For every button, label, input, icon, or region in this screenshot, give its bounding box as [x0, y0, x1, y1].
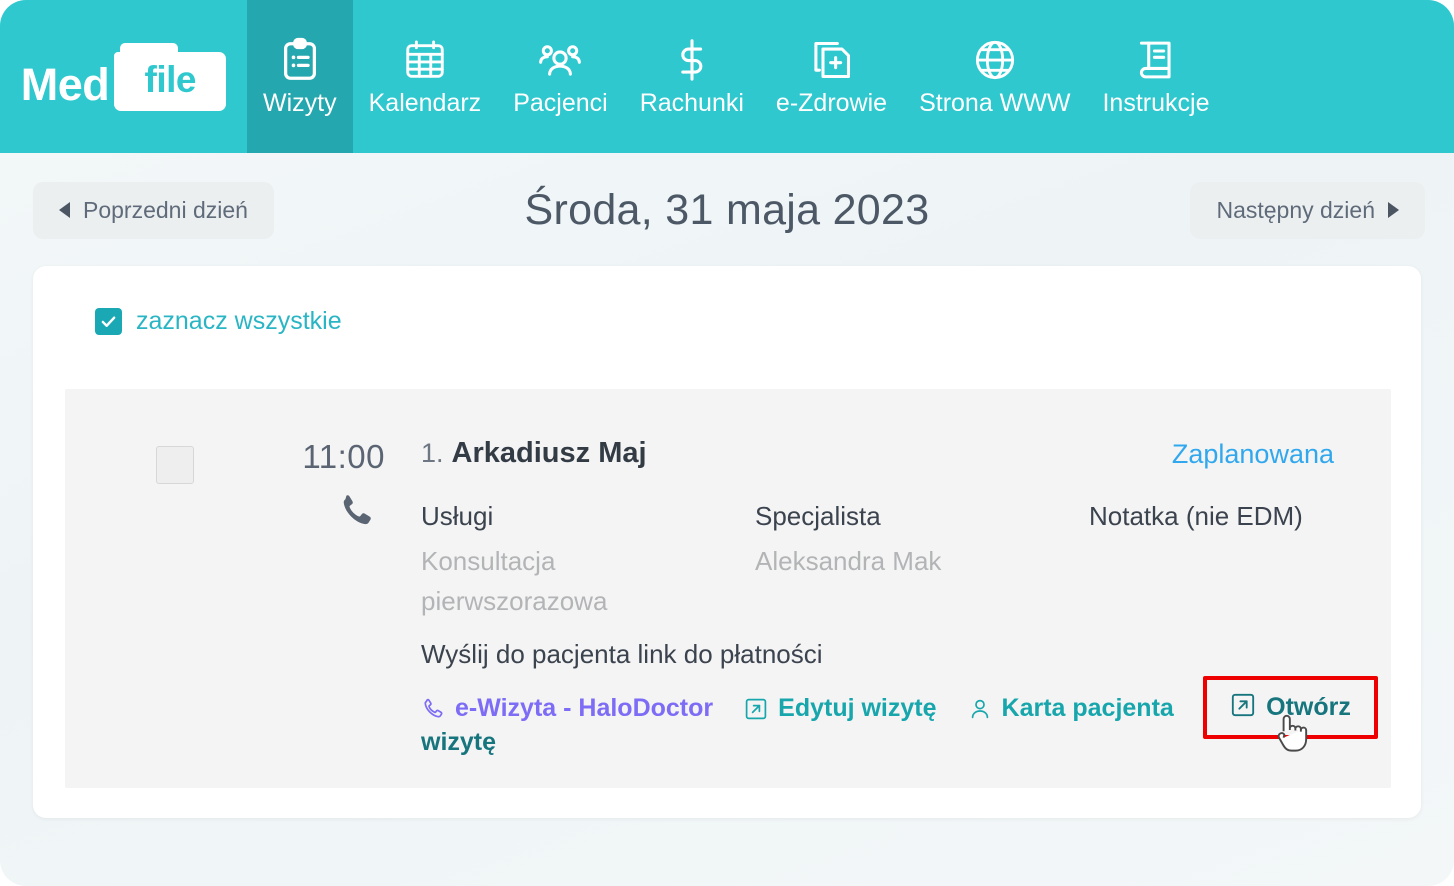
nav-label-pacjenci: Pacjenci — [513, 89, 608, 117]
appointment-time: 11:00 — [302, 438, 385, 475]
specialist-header: Specjalista — [755, 501, 881, 531]
select-all-checkbox[interactable] — [95, 308, 122, 335]
services-header: Usługi — [421, 501, 494, 531]
nav-items: Wizyty Kalendarz Pacjenci Rachunki e-Zdr… — [247, 0, 1225, 153]
top-navigation-bar: Med file Wizyty Kalendarz Pacjenci Rachu… — [0, 0, 1454, 153]
logo-text-file: file — [144, 59, 197, 100]
action-otworz-highlighted[interactable]: Otwórz — [1203, 676, 1378, 739]
clipboard-list-icon — [277, 37, 323, 83]
nav-label-strona-www: Strona WWW — [919, 89, 1071, 117]
dollar-icon — [669, 37, 715, 83]
nav-item-e-zdrowie[interactable]: e-Zdrowie — [760, 0, 903, 153]
select-all-row[interactable]: zaznacz wszystkie — [95, 308, 342, 335]
nav-label-instrukcje: Instrukcje — [1102, 89, 1210, 117]
nav-label-e-zdrowie: e-Zdrowie — [775, 89, 888, 117]
services-value: Konsultacja pierwszorazowa — [421, 546, 608, 617]
medfile-logo[interactable]: Med file — [0, 0, 247, 153]
logo-folder-icon: file — [114, 42, 227, 111]
calendar-icon — [402, 37, 448, 83]
appointment-index: 1. — [421, 438, 444, 468]
phone-outline-icon — [421, 697, 445, 721]
globe-icon — [972, 37, 1018, 83]
nav-label-wizyty: Wizyty — [263, 89, 337, 117]
specialist-value: Aleksandra Mak — [755, 546, 942, 576]
book-icon — [1133, 37, 1179, 83]
date-navigation-bar: Poprzedni dzień Środa, 31 maja 2023 Nast… — [0, 153, 1454, 267]
external-link-icon — [744, 697, 768, 721]
nav-item-kalendarz[interactable]: Kalendarz — [353, 0, 498, 153]
next-day-label: Następny dzień — [1216, 196, 1375, 223]
logo-text-med: Med — [20, 58, 110, 110]
next-day-button[interactable]: Następny dzień — [1190, 181, 1425, 239]
nav-item-rachunki[interactable]: Rachunki — [624, 0, 760, 153]
status-badge[interactable]: Zaplanowana — [1172, 439, 1334, 470]
app-window: Med file Wizyty Kalendarz Pacjenci Rachu… — [0, 0, 1454, 886]
nav-label-rachunki: Rachunki — [639, 89, 744, 117]
person-icon — [968, 697, 992, 721]
nav-item-wizyty[interactable]: Wizyty — [247, 0, 353, 153]
patient-name-line[interactable]: 1. Arkadiusz Maj — [421, 437, 647, 470]
nav-item-strona-www[interactable]: Strona WWW — [903, 0, 1086, 153]
payment-link-text[interactable]: Wyślij do pacjenta link do płatności — [421, 639, 823, 670]
action-edytuj-wizyte[interactable]: Edytuj wizytę — [744, 694, 937, 723]
action-label-otworz: Otwórz — [1266, 693, 1351, 721]
nav-label-kalendarz: Kalendarz — [368, 89, 482, 117]
action-label-e-wizyta: e-Wizyta - HaloDoctor — [455, 694, 714, 722]
phone-icon — [337, 492, 373, 528]
nav-item-pacjenci[interactable]: Pacjenci — [497, 0, 624, 153]
action-label-karta-pacjenta: Karta pacjenta — [1001, 694, 1174, 722]
note-header: Notatka (nie EDM) — [1089, 501, 1303, 531]
patient-name: Arkadiusz Maj — [451, 437, 647, 469]
action-karta-pacjenta[interactable]: Karta pacjenta — [968, 694, 1174, 723]
medical-file-icon — [809, 37, 855, 83]
appointment-row: 11:00 1. Arkadiusz Maj Zaplanowana Usług… — [65, 389, 1391, 788]
appointment-checkbox[interactable] — [156, 446, 194, 484]
external-link-icon — [1230, 692, 1256, 723]
action-e-wizyta-halodoctor[interactable]: e-Wizyta - HaloDoctor — [421, 694, 713, 723]
select-all-label: zaznacz wszystkie — [136, 307, 342, 335]
chevron-right-icon — [1388, 202, 1399, 218]
action-label-edytuj-wizyte: Edytuj wizytę — [778, 694, 937, 722]
nav-item-instrukcje[interactable]: Instrukcje — [1086, 0, 1225, 153]
users-icon — [537, 37, 583, 83]
